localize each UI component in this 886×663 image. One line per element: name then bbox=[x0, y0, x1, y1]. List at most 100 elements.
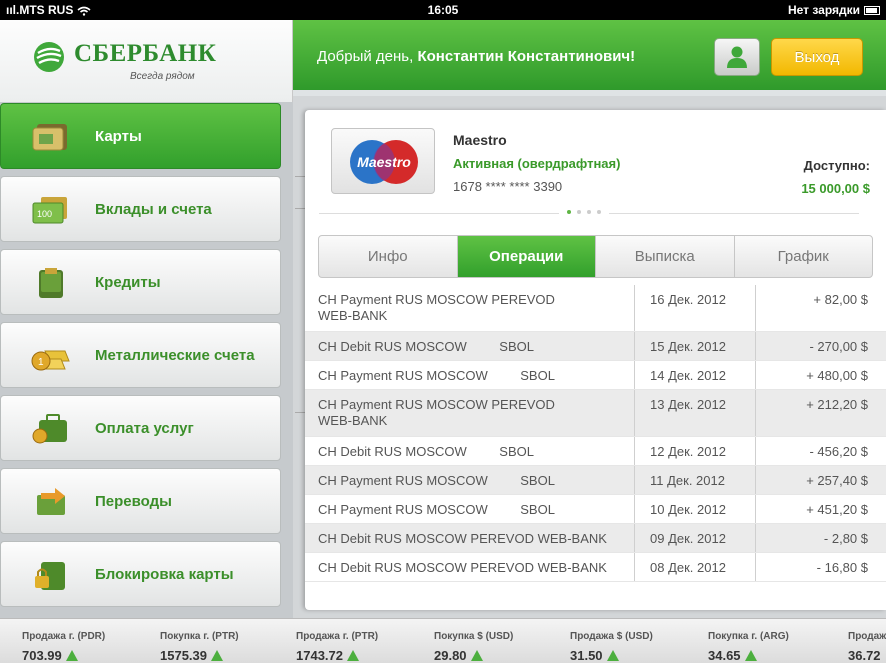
rate-label: Покупка г. (PTR) bbox=[160, 631, 239, 642]
sidebar-item-metals[interactable]: 1 Металлические счета bbox=[0, 322, 281, 388]
rate-value: 1743.72 bbox=[296, 648, 378, 663]
operation-description: CH Debit RUS MOSCOW SBOL bbox=[318, 444, 534, 459]
rate-label: Продаж bbox=[848, 631, 886, 642]
card-pager[interactable] bbox=[559, 210, 609, 214]
operation-description: CH Payment RUS MOSCOW SBOL bbox=[318, 502, 555, 517]
operation-date: 11 Дек. 2012 bbox=[634, 466, 756, 494]
operation-amount: - 2,80 $ bbox=[823, 531, 868, 546]
rate-value: 1575.39 bbox=[160, 648, 239, 663]
operation-description: CH Payment RUS MOSCOW PEREVOD WEB-BANK bbox=[318, 397, 559, 428]
rate-item: Покупка г. (ARG) 34.65 bbox=[708, 626, 789, 663]
card-brand-logo: Maestro bbox=[331, 128, 435, 194]
sidebar-item-label: Кредиты bbox=[95, 273, 161, 291]
profile-button[interactable] bbox=[714, 38, 760, 76]
operation-amount: + 480,00 $ bbox=[806, 368, 868, 383]
operation-amount: - 270,00 $ bbox=[809, 339, 868, 354]
wallet-icon bbox=[39, 268, 63, 298]
rate-value-text: 703.99 bbox=[22, 648, 62, 663]
sidebar-item-transfers[interactable]: Переводы bbox=[0, 468, 281, 534]
operation-date: 16 Дек. 2012 bbox=[634, 285, 756, 331]
rate-value-text: 1743.72 bbox=[296, 648, 343, 663]
trend-up-icon bbox=[744, 650, 757, 661]
card-number: 1678 **** **** 3390 bbox=[453, 179, 563, 194]
sidebar-item-block-card[interactable]: Блокировка карты bbox=[0, 541, 281, 607]
operation-row[interactable]: CH Payment RUS MOSCOW PEREVOD WEB-BANK 16… bbox=[305, 285, 886, 332]
pager-dot[interactable] bbox=[597, 210, 601, 214]
trend-up-icon bbox=[470, 650, 483, 661]
operation-row[interactable]: CH Payment RUS MOSCOW SBOL 14 Дек. 2012 + … bbox=[305, 361, 886, 390]
sidebar-item-label: Блокировка карты bbox=[95, 565, 234, 583]
operation-date: 12 Дек. 2012 bbox=[634, 437, 756, 465]
clock: 16:05 bbox=[427, 3, 459, 17]
tab-statement[interactable]: Выписка bbox=[596, 236, 735, 277]
operation-row[interactable]: CH Debit RUS MOSCOW PEREVOD WEB-BANK 09 Д… bbox=[305, 524, 886, 553]
rate-label: Продажа $ (USD) bbox=[570, 631, 653, 642]
operation-amount: + 257,40 $ bbox=[806, 473, 868, 488]
sidebar-item-credits[interactable]: Кредиты bbox=[0, 249, 281, 315]
rate-label: Покупка г. (ARG) bbox=[708, 631, 789, 642]
operation-row[interactable]: CH Debit RUS MOSCOW SBOL 12 Дек. 2012 - 45… bbox=[305, 437, 886, 466]
operation-description: CH Payment RUS MOSCOW PEREVOD WEB-BANK bbox=[318, 292, 559, 323]
battery-status-text: Нет зарядки bbox=[787, 3, 860, 17]
sidebar-item-label: Оплата услуг bbox=[95, 419, 194, 437]
operation-row[interactable]: CH Debit RUS MOSCOW SBOL 15 Дек. 2012 - 27… bbox=[305, 332, 886, 361]
operation-amount: + 212,20 $ bbox=[806, 397, 868, 412]
tab-bar: Инфо Операции Выписка График bbox=[318, 235, 873, 278]
operation-date: 14 Дек. 2012 bbox=[634, 361, 756, 389]
operation-row[interactable]: CH Payment RUS MOSCOW SBOL 11 Дек. 2012 + … bbox=[305, 466, 886, 495]
operation-description: CH Debit RUS MOSCOW PEREVOD WEB-BANK bbox=[318, 531, 607, 546]
rate-item: Продажа г. (PTR) 1743.72 bbox=[296, 626, 378, 663]
trend-up-icon bbox=[65, 650, 78, 661]
pager-dot[interactable] bbox=[577, 210, 581, 214]
brand-tagline: Всегда рядом bbox=[130, 71, 195, 82]
sberbank-logo-icon bbox=[34, 42, 64, 72]
carrier-indicator: ııl.MTS RUS bbox=[6, 3, 91, 17]
rate-item: Продажа г. (PDR) 703.99 bbox=[22, 626, 105, 663]
operation-date: 08 Дек. 2012 bbox=[634, 553, 756, 581]
sidebar-item-deposits[interactable]: 100 Вклады и счета bbox=[0, 176, 281, 242]
rate-item: Покупка $ (USD) 29.80 bbox=[434, 626, 513, 663]
tab-operations[interactable]: Операции bbox=[457, 236, 596, 277]
operation-row[interactable]: CH Payment RUS MOSCOW SBOL 10 Дек. 2012 + … bbox=[305, 495, 886, 524]
pager-dot[interactable] bbox=[587, 210, 591, 214]
rate-value-text: 29.80 bbox=[434, 648, 467, 663]
operation-date: 13 Дек. 2012 bbox=[634, 390, 756, 436]
tab-schedule[interactable]: График bbox=[735, 236, 873, 277]
operation-description: CH Payment RUS MOSCOW SBOL bbox=[318, 368, 555, 383]
user-icon bbox=[727, 46, 747, 68]
svg-text:1: 1 bbox=[38, 357, 44, 368]
greeting-prefix: Добрый день, bbox=[317, 48, 418, 65]
rate-value: 29.80 bbox=[434, 648, 513, 663]
operation-date: 15 Дек. 2012 bbox=[634, 332, 756, 360]
rate-item: Продаж 36.72 bbox=[848, 626, 886, 663]
tab-info[interactable]: Инфо bbox=[319, 236, 458, 277]
operation-description: CH Payment RUS MOSCOW SBOL bbox=[318, 473, 555, 488]
svg-text:Maestro: Maestro bbox=[357, 154, 411, 170]
brand-logo: СБЕРБАНК Всегда рядом bbox=[0, 20, 293, 102]
pager-dot[interactable] bbox=[567, 210, 571, 214]
carrier-name: MTS RUS bbox=[19, 3, 74, 17]
operation-row[interactable]: CH Debit RUS MOSCOW PEREVOD WEB-BANK 08 Д… bbox=[305, 553, 886, 582]
rate-value-text: 36.72 bbox=[848, 648, 881, 663]
user-name: Константин Константинович! bbox=[417, 48, 636, 65]
signal-icon: ııl. bbox=[6, 3, 20, 17]
status-bar: ııl.MTS RUS 16:05 Нет зарядки bbox=[0, 0, 886, 20]
operation-amount: - 456,20 $ bbox=[809, 444, 868, 459]
rate-value: 703.99 bbox=[22, 648, 105, 663]
trend-up-icon bbox=[211, 650, 223, 661]
sidebar-item-cards[interactable]: Карты bbox=[0, 103, 281, 169]
lock-icon bbox=[35, 562, 65, 590]
sidebar-item-label: Карты bbox=[95, 127, 142, 145]
operation-row[interactable]: CH Payment RUS MOSCOW PEREVOD WEB-BANK 13… bbox=[305, 390, 886, 437]
rate-label: Продажа г. (PTR) bbox=[296, 631, 379, 642]
transfer-icon bbox=[37, 488, 65, 515]
rate-value-text: 34.65 bbox=[708, 648, 741, 663]
operations-list: CH Payment RUS MOSCOW PEREVOD WEB-BANK 16… bbox=[305, 285, 886, 582]
svg-text:100: 100 bbox=[37, 209, 52, 219]
sidebar-item-payments[interactable]: Оплата услуг bbox=[0, 395, 281, 461]
trend-up-icon bbox=[347, 650, 359, 661]
logout-button[interactable]: Выход bbox=[771, 38, 863, 76]
operation-amount: + 451,20 $ bbox=[806, 502, 868, 517]
header-bar: Добрый день, Константин Константинович! … bbox=[293, 20, 886, 96]
trend-up-icon bbox=[606, 650, 619, 661]
